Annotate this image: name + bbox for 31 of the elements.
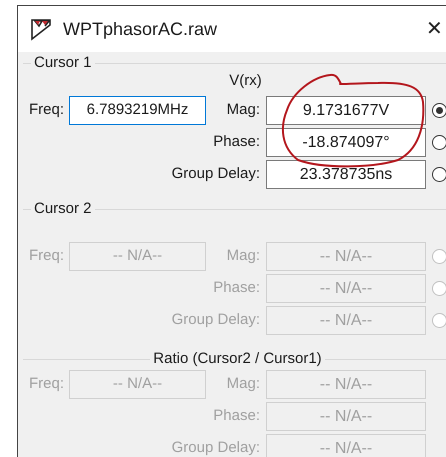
group-title: Cursor 2 (33, 201, 93, 217)
close-button[interactable]: ✕ (426, 19, 443, 39)
freq-field[interactable]: 6.7893219MHz (69, 96, 206, 125)
value-field: -- N/A-- (266, 242, 426, 271)
value-field: 9.1731677V (266, 96, 426, 125)
field-label: Freq: (28, 374, 65, 394)
field-label: Mag: (226, 374, 261, 394)
value-field: -- N/A-- (266, 402, 426, 431)
value-field: -18.874097° (266, 128, 426, 157)
radio-button[interactable] (432, 135, 446, 150)
value-field: -- N/A-- (266, 306, 426, 335)
value-field: 23.378735ns (266, 160, 426, 189)
field-label: Freq: (28, 246, 65, 266)
radio-button[interactable] (432, 103, 446, 118)
group-title: Ratio (Cursor2 / Cursor1) (152, 351, 323, 367)
group-title: Cursor 1 (33, 55, 93, 71)
field-label: Mag: (226, 246, 261, 266)
app-logo-icon (30, 17, 54, 41)
field-label: Group Delay: (170, 164, 261, 184)
radio-button[interactable] (432, 167, 446, 182)
field-label: Phase: (212, 132, 261, 152)
trace-name: V(rx) (229, 71, 262, 91)
field-label: Group Delay: (170, 438, 261, 457)
window-title: WPTphasorAC.raw (63, 18, 218, 41)
field-label: Phase: (212, 406, 261, 426)
value-field: -- N/A-- (266, 434, 426, 457)
value-field: -- N/A-- (266, 274, 426, 303)
field-label: Freq: (28, 100, 65, 120)
value-field: -- N/A-- (266, 370, 426, 399)
field-label: Phase: (212, 278, 261, 298)
field-label: Group Delay: (170, 310, 261, 330)
